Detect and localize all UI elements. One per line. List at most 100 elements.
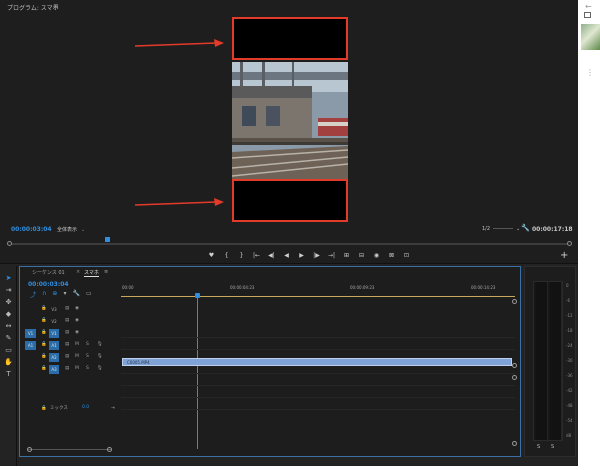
comparison-view-button[interactable]: ⊠	[386, 251, 397, 261]
lock-icon[interactable]: 🔒	[41, 306, 47, 311]
selection-tool-icon[interactable]: ➤	[4, 274, 13, 283]
timeline-vertical-scrollbar[interactable]	[512, 297, 518, 447]
scrub-start-knob[interactable]	[7, 241, 12, 246]
panel-menu-icon[interactable]: ≡	[53, 2, 59, 10]
sync-lock-icon[interactable]: ▤	[65, 318, 69, 323]
track-name[interactable]: V2	[49, 317, 59, 326]
scroll-knob[interactable]	[512, 441, 517, 446]
scroll-knob[interactable]	[512, 375, 517, 380]
captions-icon[interactable]: ▭	[86, 290, 92, 299]
resolution-dropdown[interactable]: 1/2 ⌄	[482, 226, 520, 232]
track-area[interactable]: C0005.MP4	[121, 299, 515, 449]
timeline-timecode[interactable]: 00:00:03:04	[28, 281, 69, 288]
rectangle-tool-icon[interactable]: ▭	[4, 346, 13, 355]
sync-lock-icon[interactable]: ▤	[65, 342, 69, 347]
source-patch-a1[interactable]: A1	[25, 341, 36, 350]
track-header-a2: 🔒 A2 ▤ M S 🎙	[20, 353, 121, 363]
go-to-end-icon[interactable]: ⇥	[111, 406, 115, 411]
track-name[interactable]: A3	[49, 365, 59, 374]
wrench-icon[interactable]: 🔧	[521, 224, 530, 232]
panel-menu-icon[interactable]: ≡	[104, 269, 108, 275]
solo-button[interactable]: S	[86, 342, 89, 347]
lock-icon[interactable]: 🔒	[41, 366, 47, 371]
eye-icon[interactable]: ◉	[75, 306, 79, 311]
lock-icon[interactable]: 🔒	[41, 342, 47, 347]
wrench-icon[interactable]: 🔧	[72, 290, 79, 299]
sync-lock-icon[interactable]: ▤	[65, 330, 69, 335]
program-monitor-title[interactable]: プログラム: スマホ	[7, 3, 59, 12]
video-clip[interactable]: C0005.MP4	[122, 358, 512, 366]
tab-smartphone[interactable]: スマホ	[84, 269, 99, 277]
tab-sequence-01[interactable]: シーケンス 01	[32, 269, 65, 276]
export-frame-button[interactable]: ◉	[371, 251, 382, 261]
sync-lock-icon[interactable]: ▤	[65, 354, 69, 359]
mark-out-button[interactable]: }	[236, 251, 247, 261]
microphone-icon[interactable]: 🎙	[97, 366, 103, 371]
slip-tool-icon[interactable]: ↔	[4, 322, 13, 331]
mark-in-button[interactable]: {	[221, 251, 232, 261]
mute-button[interactable]: M	[75, 366, 79, 371]
scrub-end-knob[interactable]	[567, 241, 572, 246]
solo-left-button[interactable]: S	[537, 444, 540, 450]
microphone-icon[interactable]: 🎙	[97, 342, 103, 347]
add-marker-button[interactable]: ♥	[206, 251, 217, 261]
mix-value[interactable]: 0.0	[82, 405, 89, 410]
scroll-knob[interactable]	[27, 447, 32, 452]
play-reverse-icon[interactable]: ◀	[281, 251, 292, 261]
source-patch-v1[interactable]: V1	[25, 329, 36, 338]
track-name[interactable]: A2	[49, 353, 59, 362]
sync-lock-icon[interactable]: ▤	[65, 306, 69, 311]
solo-button[interactable]: S	[86, 354, 89, 359]
track-name[interactable]: V1	[49, 329, 59, 338]
hand-tool-icon[interactable]: ✋	[4, 358, 13, 367]
lock-icon[interactable]: 🔒	[41, 330, 47, 335]
resolution-value: 1/2	[482, 226, 491, 232]
chevron-down-icon: ⌄	[516, 226, 521, 232]
eye-icon[interactable]: ◉	[75, 330, 79, 335]
microphone-icon[interactable]: 🎙	[97, 354, 103, 359]
lock-icon[interactable]: 🔒	[41, 318, 47, 323]
snap-icon[interactable]: ∩	[42, 290, 46, 299]
play-button[interactable]: ▶	[296, 251, 307, 261]
timeline-horizontal-scrollbar[interactable]	[27, 447, 112, 452]
linked-selection-icon[interactable]: ⊕	[52, 290, 57, 299]
track-header-v1: V1 🔒 V1 ▤ ◉	[20, 329, 121, 339]
program-scrubber[interactable]	[7, 241, 572, 246]
track-headers: 🔒 V3 ▤ ◉ 🔒 V2 ▤ ◉ V1 🔒 V1 ▤ ◉ A1 🔒 A1 ▤ …	[20, 299, 121, 449]
close-icon[interactable]: ×	[76, 269, 80, 275]
scroll-knob[interactable]	[107, 447, 112, 452]
sync-lock-icon[interactable]: ▤	[65, 366, 69, 371]
lift-button[interactable]: ⊞	[341, 251, 352, 261]
scroll-knob[interactable]	[512, 363, 517, 368]
marker-icon[interactable]: ▾	[63, 290, 66, 299]
track-name[interactable]: A1	[49, 341, 59, 350]
safe-margins-button[interactable]: ⊡	[401, 251, 412, 261]
track-select-tool-icon[interactable]: ⇥	[4, 286, 13, 295]
lock-icon[interactable]: 🔒	[41, 406, 47, 411]
extract-button[interactable]: ⊟	[356, 251, 367, 261]
mute-button[interactable]: M	[75, 342, 79, 347]
bottom-black-bar-highlight	[232, 179, 348, 222]
step-back-button[interactable]: ◀|	[266, 251, 277, 261]
step-forward-button[interactable]: |▶	[311, 251, 322, 261]
ripple-edit-tool-icon[interactable]: ✥	[4, 298, 13, 307]
pen-tool-icon[interactable]: ✎	[4, 334, 13, 343]
mute-button[interactable]: M	[75, 354, 79, 359]
track-name[interactable]: V3	[49, 305, 59, 314]
nest-icon[interactable]: ⤴	[30, 290, 36, 299]
type-tool-icon[interactable]: T	[4, 370, 13, 379]
go-to-in-button[interactable]: |←	[251, 251, 262, 261]
lock-icon[interactable]: 🔒	[41, 354, 47, 359]
go-to-out-button[interactable]: →|	[326, 251, 337, 261]
solo-right-button[interactable]: S	[551, 444, 554, 450]
scroll-knob[interactable]	[512, 299, 517, 304]
eye-icon[interactable]: ◉	[75, 318, 79, 323]
current-timecode[interactable]: 00:00:03:04	[11, 226, 52, 233]
add-button-icon[interactable]: +	[560, 250, 568, 261]
red-arrow-icon	[134, 198, 224, 206]
razor-tool-icon[interactable]: ◆	[4, 310, 13, 319]
time-ruler[interactable]: 00:00 00:00:04:23 00:00:09:23 00:00:14:2…	[121, 285, 515, 297]
fit-dropdown[interactable]: 全体表示 ⌄	[57, 226, 85, 233]
program-playhead[interactable]	[105, 237, 110, 242]
solo-button[interactable]: S	[86, 366, 89, 371]
